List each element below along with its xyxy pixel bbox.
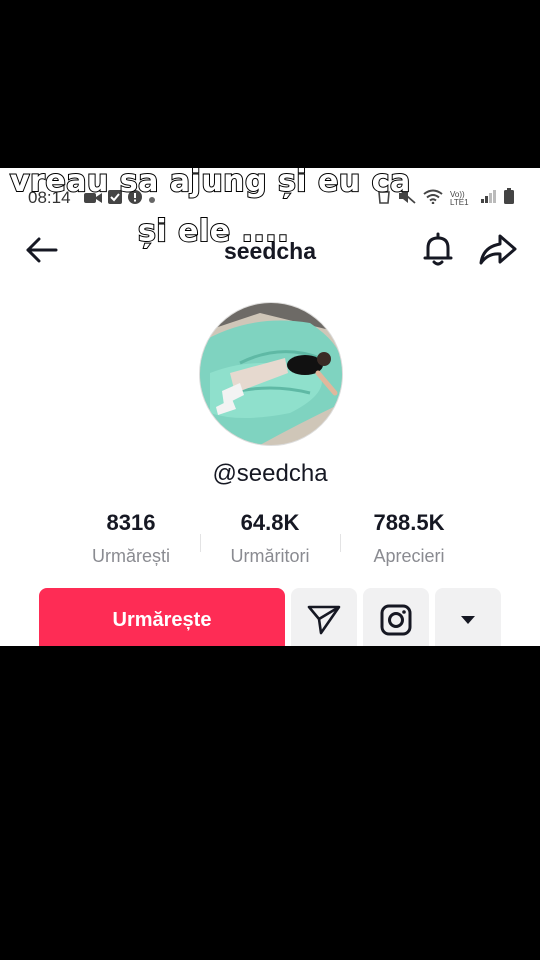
profile-stats: 8316 Urmărești 64.8K Urmăritori 788.5K A… bbox=[0, 510, 540, 574]
tiktok-profile-screen: 08:14 Vo)) LTE1 seedcha @seedcha 8316 Ur… bbox=[0, 168, 540, 646]
caret-down-icon bbox=[461, 616, 475, 624]
profile-handle: @seedcha bbox=[212, 460, 328, 487]
alert-icon bbox=[128, 190, 142, 209]
stat-label: Aprecieri bbox=[373, 546, 445, 566]
status-right-icons: Vo)) LTE1 bbox=[377, 188, 514, 209]
stat-likes[interactable]: 788.5K Aprecieri bbox=[339, 510, 479, 567]
share-icon[interactable] bbox=[478, 232, 518, 268]
instagram-icon bbox=[380, 604, 412, 636]
page-title: seedcha bbox=[223, 238, 317, 264]
signal-icon bbox=[481, 189, 497, 208]
volte-label: Vo)) LTE1 bbox=[450, 189, 469, 207]
avatar-photo bbox=[200, 303, 342, 445]
video-camera-icon bbox=[84, 191, 102, 209]
more-options-button[interactable] bbox=[435, 588, 501, 646]
stat-label: Urmărești bbox=[91, 546, 170, 566]
checkbox-icon bbox=[108, 190, 122, 209]
profile-header: seedcha bbox=[0, 228, 540, 272]
message-button[interactable] bbox=[291, 588, 357, 646]
instagram-button[interactable] bbox=[363, 588, 429, 646]
stat-value: 8316 bbox=[106, 510, 156, 535]
stat-label: Urmăritori bbox=[230, 546, 310, 566]
battery-icon bbox=[504, 188, 514, 209]
recycle-icon bbox=[377, 188, 391, 209]
stat-value: 64.8K bbox=[240, 510, 300, 535]
stat-following[interactable]: 8316 Urmărești bbox=[61, 510, 201, 567]
paper-plane-icon bbox=[307, 605, 341, 635]
wifi-icon bbox=[423, 189, 443, 209]
bell-icon[interactable] bbox=[420, 232, 456, 268]
dot-icon bbox=[148, 191, 156, 209]
status-left-icons bbox=[84, 190, 156, 209]
status-bar: 08:14 Vo)) LTE1 bbox=[0, 168, 540, 208]
mute-icon bbox=[398, 188, 416, 209]
avatar[interactable] bbox=[199, 302, 343, 446]
follow-button[interactable]: Urmărește bbox=[39, 588, 285, 646]
stat-followers[interactable]: 64.8K Urmăritori bbox=[200, 510, 340, 567]
stat-value: 788.5K bbox=[373, 510, 445, 535]
status-time: 08:14 bbox=[28, 188, 71, 207]
